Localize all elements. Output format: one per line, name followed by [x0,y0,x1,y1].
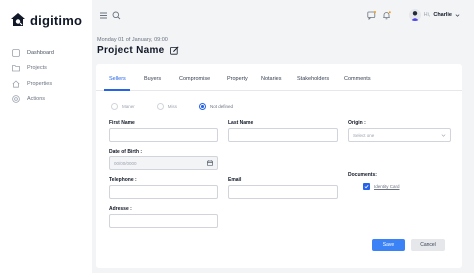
seller-form-card: Sellers Buyers Compromise Property Notar… [96,64,462,268]
sidebar-nav: Dashboard Projects Properties Actions [12,45,54,107]
first-name-label: First Name [109,120,135,126]
address-field[interactable] [109,214,218,228]
chat-icon[interactable] [367,11,376,20]
sidebar: digitimo Dashboard Projects Properties A… [0,0,92,273]
radio-dot [111,103,118,110]
tab-stakeholders[interactable]: Stakeholders [297,76,329,82]
radio-label: Maner [122,104,135,109]
first-name-field[interactable] [109,128,218,142]
folder-icon [12,65,20,72]
sidebar-item-dashboard[interactable]: Dashboard [12,45,54,61]
address-label: Adresse : [109,206,132,212]
chevron-down-icon [441,133,446,137]
email-field[interactable] [228,185,338,199]
tab-compromise[interactable]: Compromise [179,76,210,82]
sidebar-item-label: Projects [27,65,47,72]
avatar [408,9,421,21]
sidebar-item-label: Actions [27,96,46,103]
origin-placeholder: Select one [353,132,375,138]
tab-property[interactable]: Property [227,76,248,82]
brand-name: digitimo [30,12,83,28]
user-menu[interactable]: Hi, Charlie [408,9,460,21]
origin-select[interactable]: Select one [348,128,451,142]
chevron-down-icon [455,13,460,17]
logo-house-icon [11,13,25,26]
top-bar: Hi, Charlie [92,0,474,32]
user-avatar-icon [410,11,419,21]
radio-miss[interactable]: Miss [156,103,178,110]
dob-field[interactable]: 00/00/0000 [109,156,218,170]
check-icon [364,184,369,189]
page-date: Monday 01 of January, 09:00 [97,37,168,43]
calendar-icon[interactable] [207,160,213,166]
search-icon[interactable] [112,11,121,20]
telephone-field[interactable] [109,185,218,199]
sidebar-item-label: Properties [27,80,53,87]
page-title-row: Project Name [97,45,179,56]
home-icon [12,80,20,88]
radio-maner[interactable]: Maner [111,103,135,110]
dob-label: Date of Birth : [109,149,143,155]
sidebar-item-actions[interactable]: Actions [12,92,54,108]
radio-dot [156,103,164,110]
last-name-label: Last Name [228,120,254,126]
user-name: Charlie [433,12,452,18]
radio-dot [199,103,207,110]
identity-card-link[interactable]: Identity Card [374,184,400,189]
active-tab-indicator [104,89,130,91]
documents-label: Documents: [348,172,377,178]
telephone-label: Telephone : [109,177,137,183]
email-label: Email [228,177,242,183]
tab-buyers[interactable]: Buyers [144,76,161,82]
dob-placeholder: 00/00/0000 [114,160,137,166]
tab-bar: Sellers Buyers Compromise Property Notar… [96,71,462,91]
sidebar-item-label: Dashboard [27,49,54,56]
hamburger-menu-icon[interactable] [99,11,108,20]
edit-pencil-icon[interactable] [169,46,179,55]
checkbox-checked[interactable] [363,183,370,190]
radio-label: Miss [167,104,178,109]
target-icon [12,95,20,104]
tab-comments[interactable]: Comments [344,76,371,82]
tab-notaries[interactable]: Notaries [261,76,281,82]
bell-icon[interactable] [382,11,391,20]
brand-logo[interactable]: digitimo [10,12,82,28]
last-name-field[interactable] [228,128,338,142]
greeting: Hi, [423,12,431,18]
page-title: Project Name [97,45,165,56]
tab-sellers[interactable]: Sellers [109,76,126,82]
grid-icon [12,48,20,57]
civility-radio-group: Maner Miss Not defined [111,103,233,110]
radio-label: Not defined [210,104,234,109]
origin-label: Origin : [348,120,366,126]
cancel-button[interactable]: Cancel [411,239,445,251]
identity-card-checkbox[interactable]: Identity Card [363,183,400,190]
save-button[interactable]: Save [372,239,405,251]
sidebar-item-properties[interactable]: Properties [12,76,54,92]
radio-not-defined[interactable]: Not defined [199,103,233,110]
sidebar-item-projects[interactable]: Projects [12,61,54,77]
